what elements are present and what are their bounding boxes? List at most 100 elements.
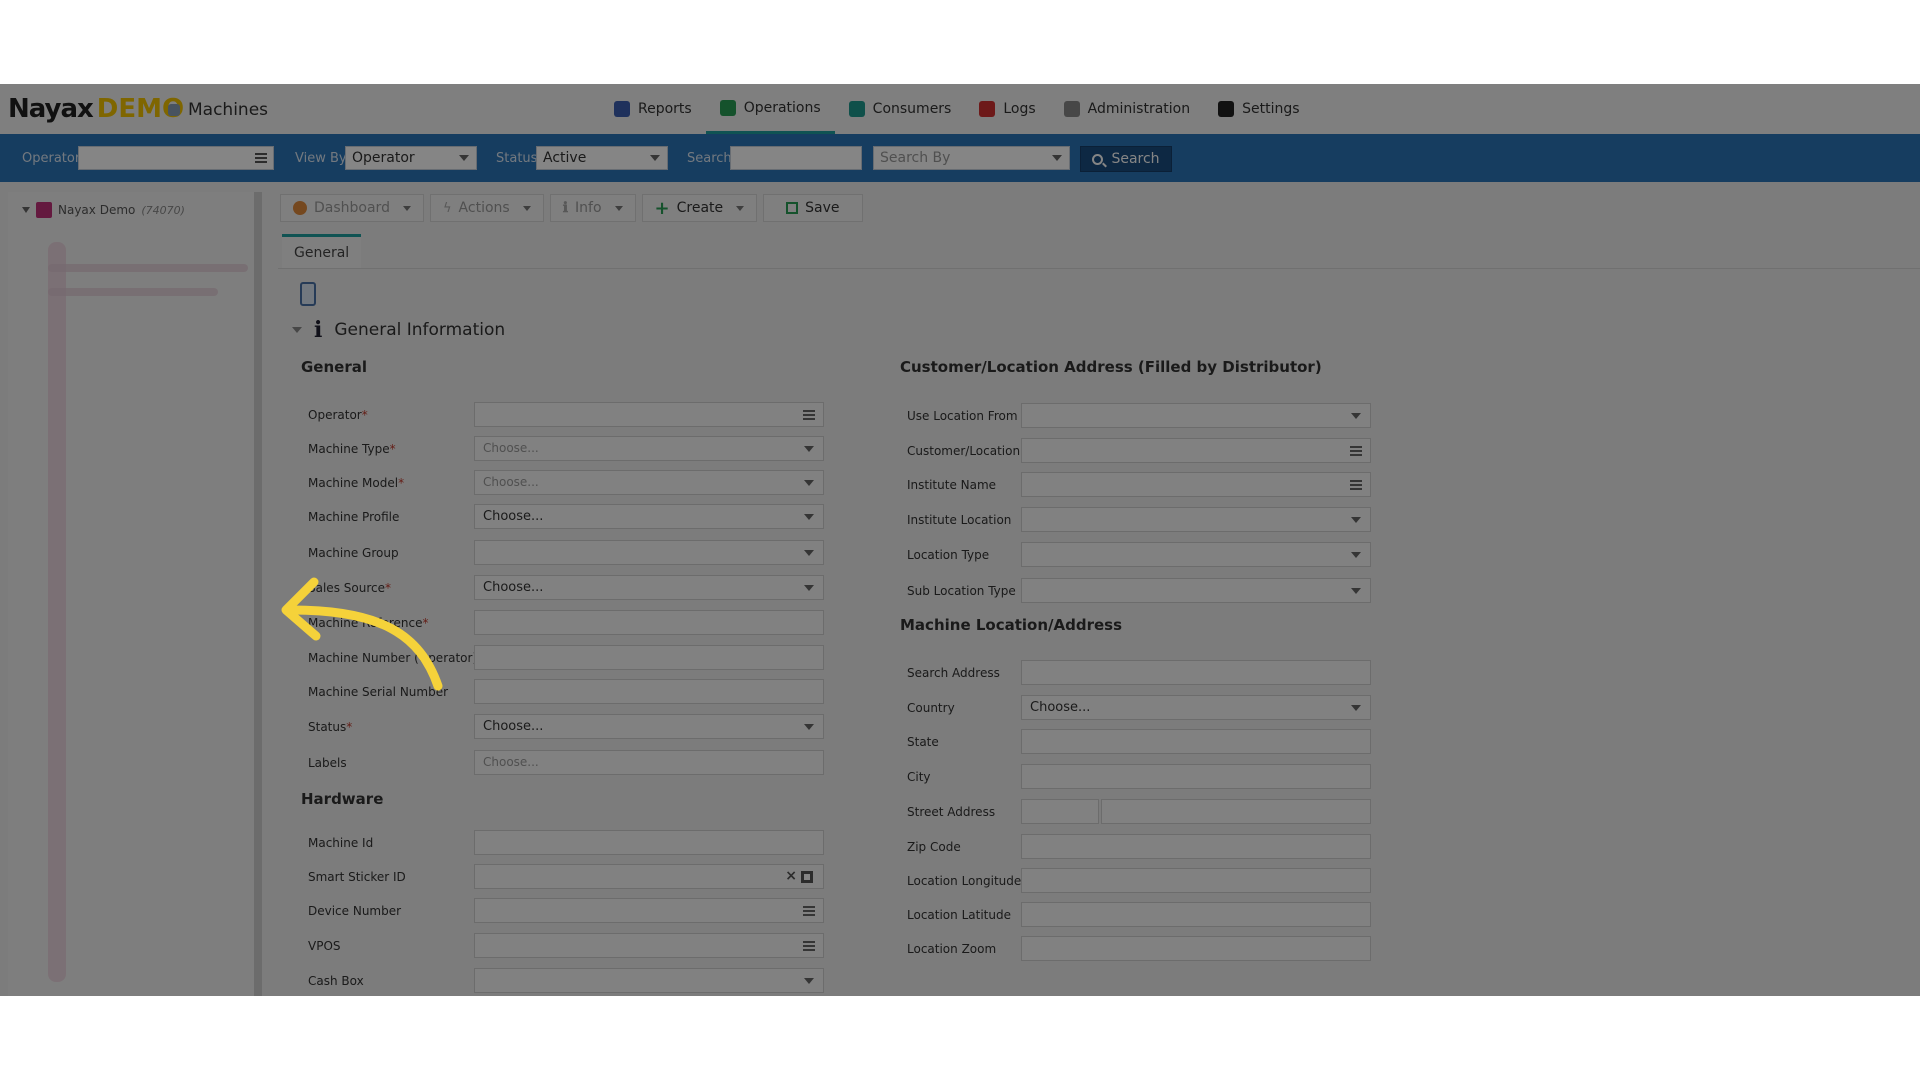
labels-input[interactable]: Choose... [474, 750, 824, 775]
use-location-from-select[interactable] [1021, 403, 1371, 428]
location-type-select[interactable] [1021, 542, 1371, 567]
vpos-input[interactable] [474, 933, 824, 958]
nav-tab-administration[interactable]: Administration [1050, 84, 1204, 134]
form-row-device-number: Device Number [308, 898, 824, 924]
nav-tab-reports[interactable]: Reports [600, 84, 706, 134]
dashboard-button[interactable]: Dashboard [280, 194, 424, 222]
location-latitude-input[interactable] [1021, 902, 1371, 927]
list-icon[interactable] [1350, 446, 1362, 456]
operations-icon [719, 99, 736, 116]
machine-toolbar: Dashboard ϟ Actions ℹ Info + Create Save [280, 194, 863, 222]
group-title-general: General [301, 358, 367, 376]
list-icon[interactable] [803, 906, 815, 916]
info-button[interactable]: ℹ Info [549, 194, 636, 222]
dashboard-button-label: Dashboard [314, 200, 390, 216]
label-text: Machine Model [308, 476, 399, 490]
caret-down-icon[interactable] [22, 207, 30, 213]
operator-filter-input[interactable] [78, 146, 274, 170]
tree-root-label: Nayax Demo [58, 203, 136, 217]
city-input[interactable] [1021, 764, 1371, 789]
status-select[interactable]: Choose... [474, 714, 824, 739]
machine-model-select[interactable]: Choose... [474, 470, 824, 495]
nav-tab-settings[interactable]: Settings [1204, 84, 1313, 134]
nav-tab-operations[interactable]: Operations [705, 84, 835, 134]
list-icon[interactable] [803, 410, 815, 420]
form-row-machine-type: Machine Type* Choose... [308, 436, 824, 462]
form-row-sub-location-type: Sub Location Type [907, 578, 1371, 604]
search-by-select[interactable]: Search By [873, 146, 1070, 170]
caret-down-icon [736, 205, 745, 211]
smart-sticker-id-input[interactable]: × [474, 864, 824, 889]
annotation-arrow [281, 577, 443, 691]
machine-id-input[interactable] [474, 830, 824, 855]
street-address-label: Street Address [907, 805, 996, 819]
tab-general[interactable]: General [282, 234, 362, 268]
institute-location-select[interactable] [1021, 507, 1371, 532]
form-row-machine-profile: Machine Profile Choose... [308, 504, 824, 530]
chevron-down-icon [804, 724, 814, 730]
filter-bar: Operator View By Operator Status Active … [0, 134, 1920, 182]
machine-id-label: Machine Id [308, 836, 374, 850]
nav-tab-label: Consumers [872, 101, 952, 117]
vpos-label: VPOS [308, 939, 341, 953]
list-icon[interactable] [1350, 480, 1362, 490]
save-button[interactable]: Save [763, 194, 863, 222]
create-button[interactable]: + Create [641, 194, 758, 222]
qr-code-icon[interactable] [801, 871, 813, 883]
institute-name-input[interactable] [1021, 472, 1371, 497]
form-row-institute-name: Institute Name [907, 472, 1371, 498]
actions-button[interactable]: ϟ Actions [429, 194, 544, 222]
label-text: Machine Type [308, 442, 390, 456]
brand-logo[interactable]: Nayax DEMO [8, 94, 184, 124]
sales-source-select[interactable]: Choose... [474, 575, 824, 600]
search-button[interactable]: Search [1080, 146, 1172, 172]
field-value: Choose... [483, 509, 544, 524]
general-information-header[interactable]: i General Information [292, 317, 505, 343]
location-latitude-label: Location Latitude [907, 908, 1011, 922]
chevron-down-icon [804, 480, 814, 486]
country-select[interactable]: Choose... [1021, 695, 1371, 720]
close-icon[interactable]: × [785, 868, 797, 884]
location-zoom-input[interactable] [1021, 936, 1371, 961]
list-icon[interactable] [255, 153, 267, 163]
list-icon[interactable] [803, 941, 815, 951]
machine-serial-input[interactable] [474, 679, 824, 704]
cash-box-select[interactable] [474, 968, 824, 993]
operator-label: Operator* [308, 408, 368, 422]
form-row-operator: Operator* [308, 402, 824, 428]
zip-code-input[interactable] [1021, 834, 1371, 859]
blurred-tree-item [48, 288, 218, 296]
form-row-vpos: VPOS [308, 933, 824, 959]
field-value: Choose... [483, 580, 544, 595]
machine-reference-input[interactable] [474, 610, 824, 635]
label-text: Operator [308, 408, 362, 422]
search-address-input[interactable] [1021, 660, 1371, 685]
viewby-select[interactable]: Operator [345, 146, 477, 170]
state-input[interactable] [1021, 729, 1371, 754]
sub-location-type-select[interactable] [1021, 578, 1371, 603]
nav-tab-logs[interactable]: Logs [965, 84, 1049, 134]
machine-type-select[interactable]: Choose... [474, 436, 824, 461]
street-number-input[interactable] [1021, 799, 1099, 824]
search-input[interactable] [730, 146, 862, 170]
status-filter-select[interactable]: Active [536, 146, 668, 170]
search-button-label: Search [1111, 151, 1160, 167]
info-icon: ℹ [562, 200, 569, 216]
operator-field[interactable] [474, 402, 824, 427]
machine-group-select[interactable] [474, 540, 824, 565]
machine-profile-select[interactable]: Choose... [474, 504, 824, 529]
device-number-input[interactable] [474, 898, 824, 923]
street-address-input[interactable] [1101, 799, 1371, 824]
chevron-down-icon [804, 550, 814, 556]
customer-location-input[interactable] [1021, 438, 1371, 463]
machine-type-label: Machine Type* [308, 442, 396, 456]
machine-number-input[interactable] [474, 645, 824, 670]
tree-root-node[interactable]: Nayax Demo (74070) [22, 202, 185, 218]
main-nav-tabs: Reports Operations Consumers Logs Admini… [600, 84, 1314, 134]
required-mark: * [389, 442, 396, 456]
nav-tab-consumers[interactable]: Consumers [835, 84, 966, 134]
caret-down-icon[interactable] [292, 327, 302, 333]
breadcrumb: Machines [168, 100, 268, 120]
location-longitude-input[interactable] [1021, 868, 1371, 893]
country-label: Country [907, 701, 955, 715]
